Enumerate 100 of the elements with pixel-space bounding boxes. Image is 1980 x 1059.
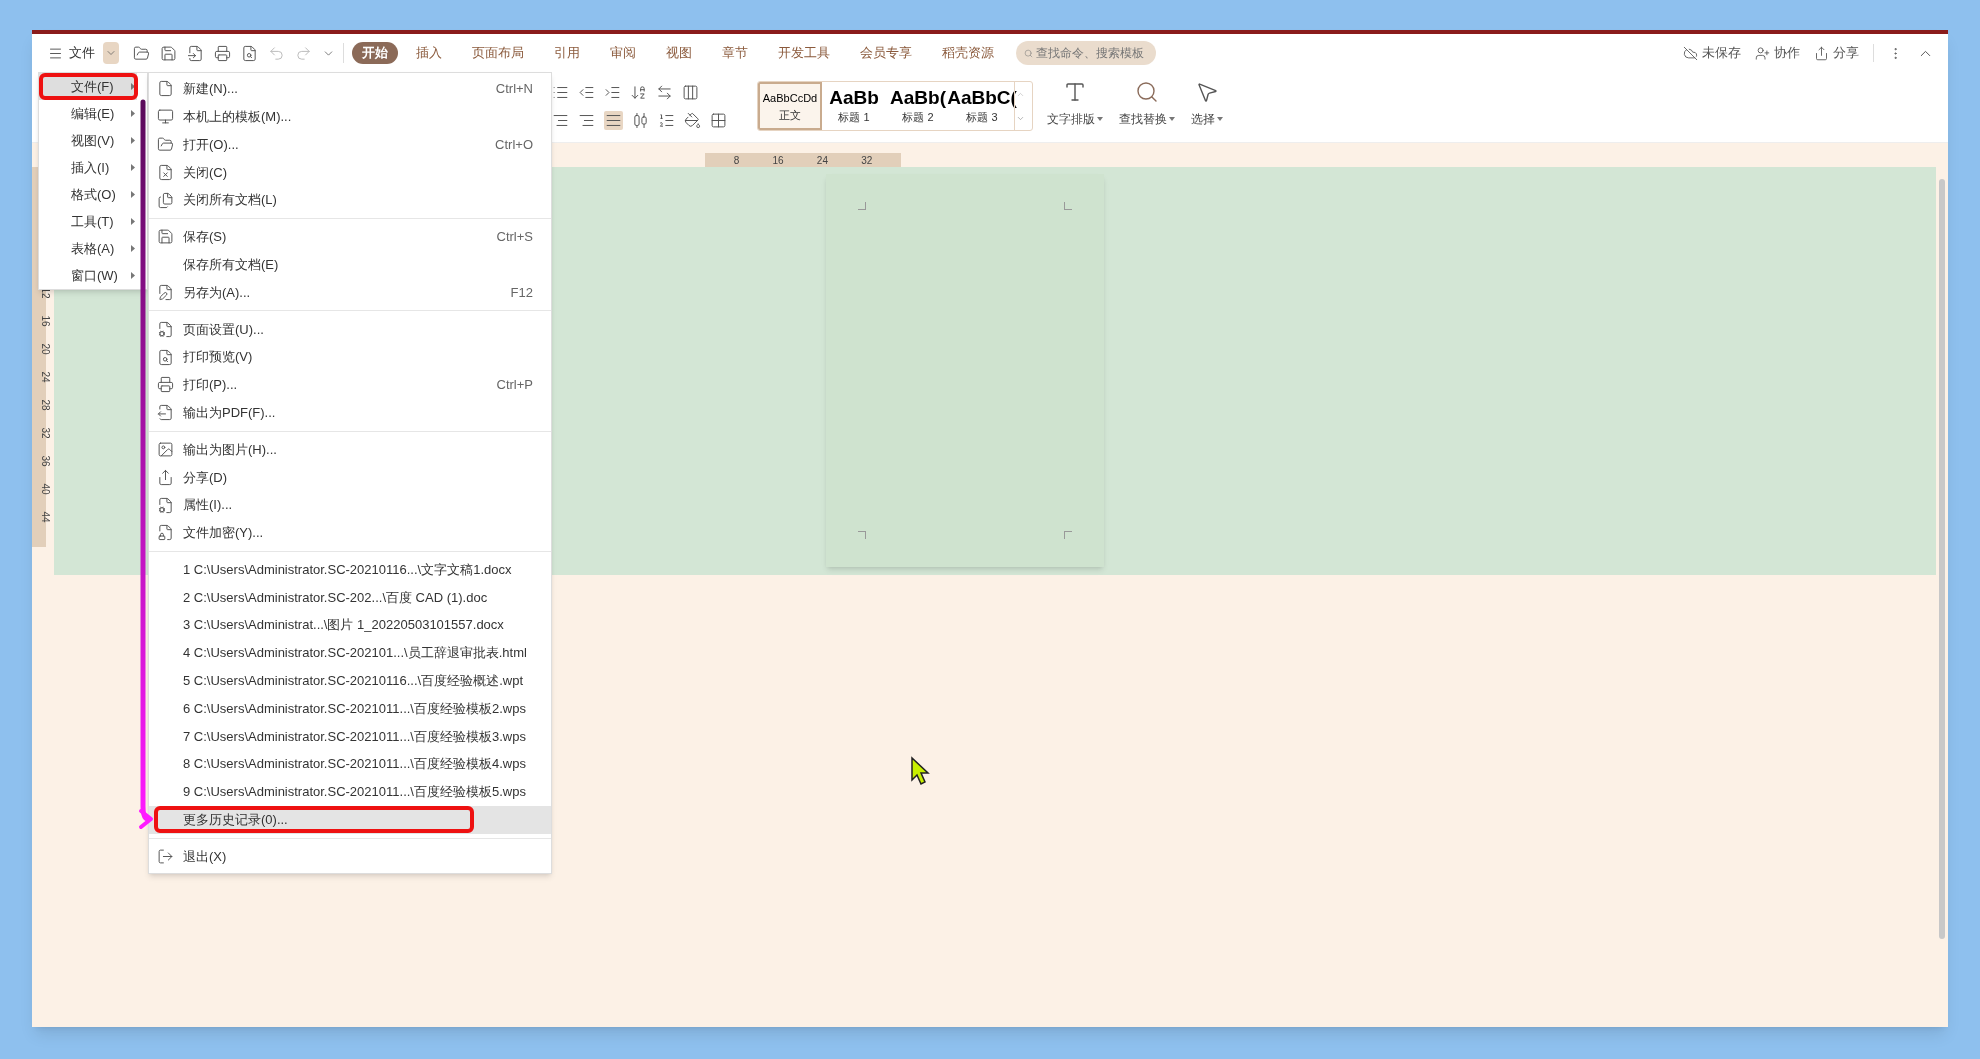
user-plus-icon bbox=[1755, 45, 1770, 61]
menu-item[interactable]: 打印(P)... Ctrl+P bbox=[149, 370, 551, 399]
menu-item[interactable]: 1 C:\Users\Administrator.SC-20210116...\文字文稿1.docx bbox=[149, 555, 551, 584]
menu-item[interactable]: 页面设置(U)... bbox=[149, 315, 551, 344]
align-right-icon bbox=[552, 112, 569, 129]
menu-item[interactable]: 3 C:\Users\Administrat...\图片 1_20220503101557.docx bbox=[149, 611, 551, 640]
submenu-arrow-icon bbox=[131, 218, 135, 225]
monitor-icon bbox=[157, 108, 174, 126]
submenu-arrow-icon bbox=[131, 245, 135, 252]
exit-icon bbox=[157, 848, 174, 866]
menu-item[interactable]: 关闭所有文档(L) bbox=[149, 186, 551, 214]
ribbon-tab[interactable]: 视图 bbox=[654, 42, 704, 64]
redo-icon bbox=[295, 44, 312, 62]
submenu-arrow-icon bbox=[131, 164, 135, 171]
justify-button[interactable] bbox=[604, 111, 623, 130]
indent-decrease-icon bbox=[578, 84, 595, 101]
justify-icon bbox=[605, 112, 622, 129]
menu-item[interactable]: 7 C:\Users\Administrator.SC-2021011...\百度经验模板3.wps bbox=[149, 722, 551, 751]
share-icon bbox=[1814, 45, 1829, 61]
toolbar-action-button[interactable]: 协作 bbox=[1755, 43, 1800, 63]
menu-icon bbox=[48, 45, 63, 61]
file-gear-icon bbox=[157, 320, 174, 338]
menu-item[interactable]: 退出(X) bbox=[149, 842, 551, 871]
horizontal-ruler: 8 16 24 32 bbox=[705, 153, 901, 167]
menu-item[interactable]: 5 C:\Users\Administrator.SC-20210116...\百度经验概述.wpt bbox=[149, 666, 551, 695]
menu-item[interactable]: 4 C:\Users\Administrator.SC-202101...\员工辞退审批表.html bbox=[149, 639, 551, 667]
menu-item[interactable]: 新建(N)... Ctrl+N bbox=[149, 75, 551, 103]
line-spacing-icon bbox=[658, 112, 675, 129]
menu-item[interactable]: 输出为PDF(F)... bbox=[149, 398, 551, 427]
shading-icon bbox=[684, 112, 701, 129]
save-icon bbox=[157, 228, 174, 246]
share-icon bbox=[157, 468, 174, 486]
file-gear-icon bbox=[157, 496, 174, 514]
menu-item[interactable]: 编辑(E) bbox=[39, 100, 137, 127]
ribbon-tab[interactable]: 页面布局 bbox=[460, 42, 536, 64]
toolbar-action-button[interactable]: 未保存 bbox=[1683, 43, 1741, 63]
submenu-arrow-icon bbox=[131, 272, 135, 279]
table-icon bbox=[682, 84, 699, 101]
search-icon bbox=[1135, 80, 1159, 104]
menu-item[interactable]: 打印预览(V) bbox=[149, 343, 551, 371]
ribbon-tab[interactable]: 章节 bbox=[710, 42, 760, 64]
file-x-icon bbox=[157, 163, 174, 181]
file-icon bbox=[157, 80, 174, 98]
image-icon bbox=[157, 440, 174, 458]
undo-icon bbox=[268, 44, 285, 62]
menu-item[interactable]: 本机上的模板(M)... bbox=[149, 102, 551, 131]
menu-item[interactable]: 2 C:\Users\Administrator.SC-202...\百度 CAD (1).doc bbox=[149, 583, 551, 612]
toolbar-action-button[interactable]: 分享 bbox=[1814, 43, 1859, 63]
ribbon-tool-button[interactable]: 查找替换 bbox=[1115, 80, 1179, 128]
swap-icon bbox=[656, 84, 673, 101]
menu-item[interactable]: 6 C:\Users\Administrator.SC-2021011...\百度经验模板2.wps bbox=[149, 694, 551, 723]
file-pen-icon bbox=[157, 283, 174, 301]
indent-increase-icon bbox=[604, 84, 621, 101]
menu-item[interactable]: 保存(S) Ctrl+S bbox=[149, 223, 551, 251]
menu-item[interactable]: 打开(O)... Ctrl+O bbox=[149, 130, 551, 159]
mouse-pointer-icon bbox=[911, 756, 930, 786]
menu-item[interactable]: 属性(I)... bbox=[149, 491, 551, 519]
ribbon-tab[interactable]: 引用 bbox=[542, 42, 592, 64]
save-icon bbox=[160, 44, 177, 62]
style-option[interactable]: AaBbCcDd 正文 bbox=[758, 82, 822, 130]
search-field[interactable]: 查找命令、搜索模板 bbox=[1016, 41, 1156, 65]
ribbon-tab[interactable]: 插入 bbox=[404, 42, 454, 64]
pointer-icon bbox=[1195, 80, 1219, 104]
print-preview-icon bbox=[241, 44, 258, 62]
list-icon bbox=[552, 84, 569, 101]
menu-item[interactable]: 视图(V) bbox=[39, 127, 137, 154]
menu-item[interactable]: 分享(D) bbox=[149, 463, 551, 492]
ribbon-tab[interactable]: 稻壳资源 bbox=[930, 42, 1006, 64]
menu-item[interactable]: 8 C:\Users\Administrator.SC-2021011...\百度经验模板4.wps bbox=[149, 750, 551, 779]
submenu-arrow-icon bbox=[131, 137, 135, 144]
caret-icon bbox=[1097, 117, 1103, 121]
menu-item[interactable]: 保存所有文档(E) bbox=[149, 250, 551, 279]
text-layout-icon bbox=[1063, 80, 1087, 104]
menu-item[interactable]: 另存为(A)... F12 bbox=[149, 278, 551, 307]
printer-icon bbox=[214, 44, 231, 62]
border-icon bbox=[710, 112, 727, 129]
folder-icon bbox=[157, 136, 174, 153]
menu-item[interactable]: 输出为图片(H)... bbox=[149, 435, 551, 464]
ribbon-tool-button[interactable]: 选择 bbox=[1187, 80, 1227, 128]
ribbon-tab[interactable]: 开发工具 bbox=[766, 42, 842, 64]
file-export-icon bbox=[157, 404, 174, 422]
style-option[interactable]: AaBb 标题 1 bbox=[822, 82, 886, 130]
file-lock-icon bbox=[157, 524, 174, 542]
printer-icon bbox=[157, 376, 174, 394]
menu-item[interactable]: 9 C:\Users\Administrator.SC-2021011...\百度经验模板5.wps bbox=[149, 778, 551, 806]
file-export-icon bbox=[187, 44, 204, 62]
ribbon-tool-button[interactable]: 文字排版 bbox=[1043, 80, 1107, 128]
caret-icon bbox=[1169, 117, 1175, 121]
file-search-icon bbox=[157, 348, 174, 366]
menu-item[interactable]: 关闭(C) bbox=[149, 158, 551, 187]
file-menu-button[interactable]: 文件 bbox=[44, 43, 99, 63]
ribbon-tab[interactable]: 开始 bbox=[352, 42, 398, 64]
files-icon bbox=[157, 191, 174, 209]
caret-icon bbox=[1217, 117, 1223, 121]
ribbon-tab[interactable]: 审阅 bbox=[598, 42, 648, 64]
submenu-arrow-icon bbox=[131, 83, 135, 90]
submenu-arrow-icon bbox=[131, 191, 135, 198]
folder-icon bbox=[133, 44, 150, 62]
ribbon-tab[interactable]: 会员专享 bbox=[848, 42, 924, 64]
menu-item[interactable]: 文件加密(Y)... bbox=[149, 518, 551, 547]
